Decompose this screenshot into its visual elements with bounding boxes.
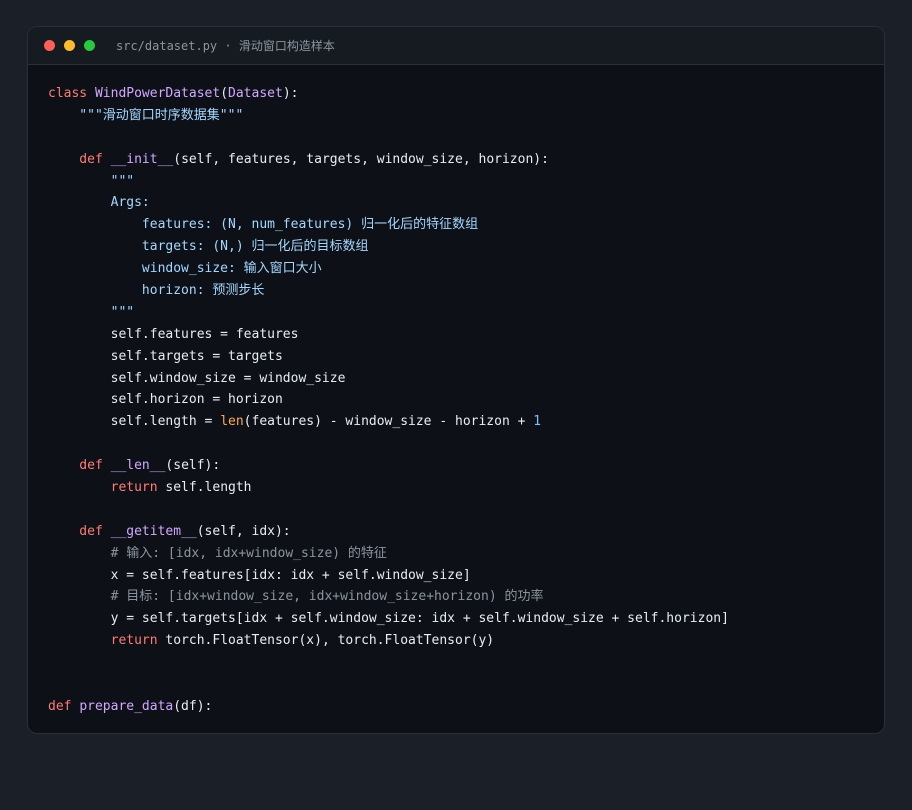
code-token: self.targets = targets <box>48 348 283 364</box>
code-token: ( <box>220 86 229 101</box>
code-token: len <box>220 414 244 430</box>
code-editor[interactable]: class WindPowerDataset(Dataset): """滑动窗口… <box>48 83 729 718</box>
close-window-button[interactable] <box>44 40 55 51</box>
code-token: ): <box>282 86 299 101</box>
code-token: Dataset <box>228 86 283 101</box>
code-token: # 输入: [idx, idx+window_size) 的特征 <box>48 545 387 561</box>
code-token: """ <box>48 304 135 320</box>
code-token: def <box>48 698 80 714</box>
code-line: # 目标: [idx+window_size, idx+window_size+… <box>48 586 729 608</box>
code-line: self.window_size = window_size <box>48 368 729 390</box>
code-token: """ <box>48 173 135 189</box>
code-line: y = self.targets[idx + self.window_size:… <box>48 608 729 630</box>
code-token: (self): <box>165 458 221 474</box>
code-line: features: (N, num_features) 归一化后的特征数组 <box>48 214 729 236</box>
code-token: self.length = <box>48 414 221 430</box>
window-titlebar: src/dataset.py · 滑动窗口构造样本 <box>28 27 884 65</box>
code-token: Args: <box>48 195 150 211</box>
code-line: def __getitem__(self, idx): <box>48 521 729 543</box>
code-token: self.length <box>165 480 252 496</box>
code-token: return <box>48 633 166 649</box>
code-token: self.features = features <box>48 326 299 342</box>
code-token: (self, features, targets, window_size, h… <box>173 151 549 167</box>
code-line: """滑动窗口时序数据集""" <box>48 105 729 127</box>
code-token: torch.FloatTensor(x), torch.FloatTensor(… <box>165 633 495 649</box>
code-line: self.horizon = horizon <box>48 389 729 411</box>
code-token: targets: (N,) 归一化后的目标数组 <box>48 239 369 255</box>
code-token: def <box>48 151 111 167</box>
code-token: features: (N, num_features) 归一化后的特征数组 <box>48 217 479 233</box>
code-token: def <box>48 458 111 474</box>
code-line: """ <box>48 302 729 324</box>
code-line: return torch.FloatTensor(x), torch.Float… <box>48 630 729 652</box>
code-token: window_size: 输入窗口大小 <box>48 261 322 277</box>
code-token: __len__ <box>110 458 166 474</box>
zoom-window-button[interactable] <box>84 40 95 51</box>
code-line: return self.length <box>48 477 729 499</box>
code-line: horizon: 预测步长 <box>48 280 729 302</box>
code-token: y = self.targets[idx + self.window_size:… <box>48 611 729 627</box>
code-line: targets: (N,) 归一化后的目标数组 <box>48 236 729 258</box>
code-line: def prepare_data(df): <box>48 696 729 718</box>
code-token: __init__ <box>110 151 174 167</box>
code-window: src/dataset.py · 滑动窗口构造样本 class WindPowe… <box>27 26 885 734</box>
code-token: """滑动窗口时序数据集""" <box>48 107 244 123</box>
code-token: self.window_size = window_size <box>48 370 346 386</box>
code-token: (df): <box>173 698 213 714</box>
code-token: return <box>48 480 166 496</box>
code-token: # 目标: [idx+window_size, idx+window_size+… <box>48 589 544 605</box>
code-line: """ <box>48 171 729 193</box>
code-token: prepare_data <box>79 698 174 714</box>
code-token: __getitem__ <box>110 523 197 539</box>
code-line: # 输入: [idx, idx+window_size) 的特征 <box>48 543 729 565</box>
code-line: self.features = features <box>48 324 729 346</box>
code-line: x = self.features[idx: idx + self.window… <box>48 565 729 587</box>
code-token: (self, idx): <box>196 523 291 539</box>
code-token: 1 <box>533 414 542 430</box>
code-token: horizon: 预测步长 <box>48 283 265 299</box>
code-token: x = self.features[idx: idx + self.window… <box>48 567 471 583</box>
minimize-window-button[interactable] <box>64 40 75 51</box>
code-token: self.horizon = horizon <box>48 392 283 408</box>
code-line: def __len__(self): <box>48 455 729 477</box>
code-line: class WindPowerDataset(Dataset): <box>48 83 729 105</box>
code-token: WindPowerDataset <box>94 86 221 101</box>
window-title: src/dataset.py · 滑动窗口构造样本 <box>116 39 335 53</box>
code-line: self.targets = targets <box>48 346 729 368</box>
code-line: def __init__(self, features, targets, wi… <box>48 149 729 171</box>
code-token: class <box>48 86 95 101</box>
code-line: Args: <box>48 192 729 214</box>
code-line: self.length = len(features) - window_siz… <box>48 411 729 433</box>
code-token: (features) - window_size - horizon + <box>243 414 534 430</box>
code-token: def <box>48 523 111 539</box>
code-line: window_size: 输入窗口大小 <box>48 258 729 280</box>
